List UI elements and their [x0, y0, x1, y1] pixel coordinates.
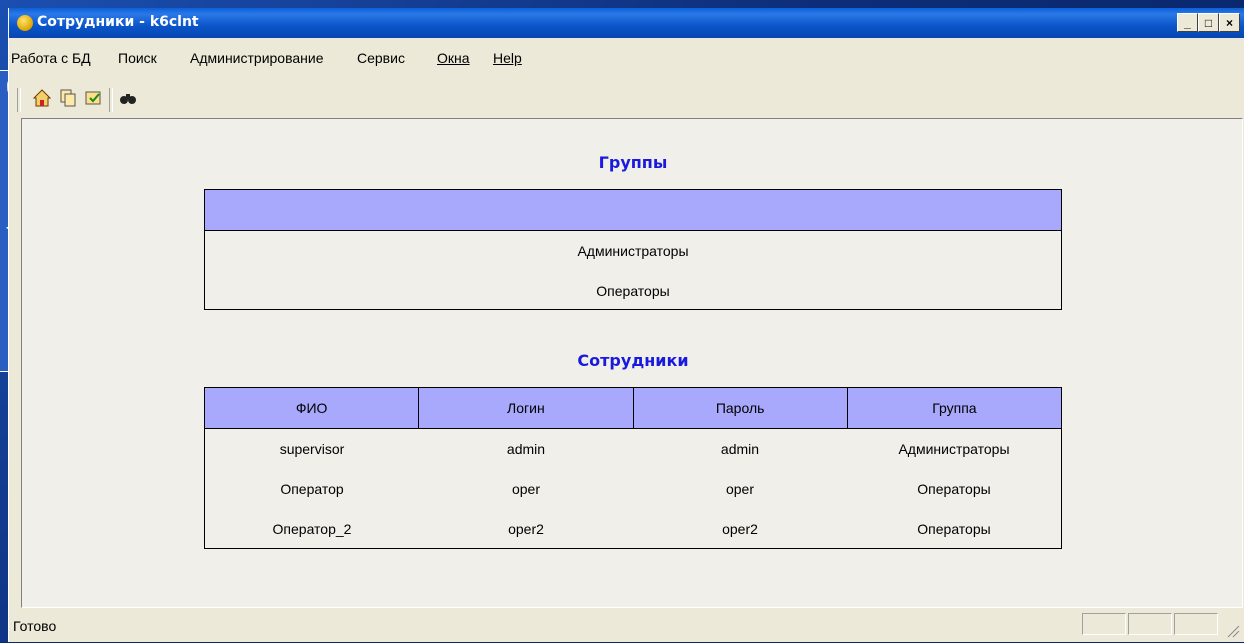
- maximize-button[interactable]: □: [1198, 13, 1219, 32]
- close-button[interactable]: ×: [1219, 13, 1240, 32]
- menu-item-search[interactable]: Поиск: [118, 50, 157, 66]
- column-header-fio[interactable]: ФИО: [205, 388, 420, 428]
- status-panel: [1082, 613, 1126, 635]
- tables-icon[interactable]: [57, 88, 79, 110]
- cell-login: admin: [506, 441, 546, 457]
- binoculars-icon[interactable]: [117, 88, 139, 110]
- menu-item-db[interactable]: Работа с БД: [11, 50, 91, 66]
- toolbar-separator: [17, 88, 21, 112]
- column-header-password[interactable]: Пароль: [634, 388, 848, 428]
- menu-item-admin[interactable]: Администрирование: [190, 50, 324, 66]
- groups-title: Группы: [598, 153, 668, 172]
- toolbar-separator: [109, 88, 113, 112]
- title-bar[interactable]: Сотрудники - k6clnt _ □ ×: [9, 8, 1244, 38]
- employees-table-header: ФИО Логин Пароль Группа: [205, 388, 1061, 429]
- cell-password: oper: [725, 481, 755, 497]
- table-row[interactable]: Оператор_2 oper2 oper2 Операторы: [205, 509, 1061, 549]
- cell-group: Администраторы: [898, 441, 1010, 457]
- toolbar: [9, 88, 1244, 118]
- status-bar: Готово: [9, 608, 1244, 642]
- cell-group: Операторы: [917, 521, 991, 537]
- column-header-group[interactable]: Группа: [848, 388, 1061, 428]
- employees-table: ФИО Логин Пароль Группа supervisor admin…: [204, 387, 1062, 549]
- window-title: Сотрудники - k6clnt: [37, 14, 199, 30]
- cell-group: Операторы: [917, 481, 991, 497]
- minimize-button[interactable]: _: [1177, 13, 1198, 32]
- home-icon[interactable]: [31, 88, 53, 110]
- app-window: Сотрудники - k6clnt _ □ × Работа с БД По…: [8, 8, 1244, 642]
- menu-item-help[interactable]: Help: [493, 50, 522, 66]
- groups-table-header: [205, 190, 1061, 231]
- content-area: Группы Администраторы Операторы Сотрудни…: [21, 118, 1243, 608]
- menu-item-service[interactable]: Сервис: [357, 50, 405, 66]
- groups-table: Администраторы Операторы: [204, 189, 1062, 310]
- status-panel: [1128, 613, 1172, 635]
- cell-password: admin: [720, 441, 760, 457]
- checklist-icon[interactable]: [83, 88, 105, 110]
- table-row[interactable]: supervisor admin admin Администраторы: [205, 429, 1061, 469]
- cell-password: oper2: [722, 521, 758, 537]
- cell-login: oper: [511, 481, 541, 497]
- resize-grip-icon[interactable]: [1224, 622, 1240, 638]
- employees-title: Сотрудники: [577, 351, 689, 370]
- menu-bar: Работа с БД Поиск Администрирование Серв…: [9, 46, 1244, 70]
- cell-fio: supervisor: [279, 441, 345, 457]
- status-panel: [1174, 613, 1218, 635]
- cell-fio: Оператор: [280, 481, 344, 497]
- window-controls: _ □ ×: [1177, 13, 1240, 32]
- table-row[interactable]: Операторы: [205, 271, 1061, 311]
- table-row[interactable]: Администраторы: [205, 231, 1061, 271]
- cell-login: oper2: [508, 521, 544, 537]
- menu-item-windows[interactable]: Окна: [437, 50, 470, 66]
- column-header-login[interactable]: Логин: [419, 388, 634, 428]
- table-row[interactable]: Оператор oper oper Операторы: [205, 469, 1061, 509]
- app-icon: [17, 15, 33, 31]
- cell-fio: Оператор_2: [272, 521, 352, 537]
- status-text: Готово: [13, 618, 57, 634]
